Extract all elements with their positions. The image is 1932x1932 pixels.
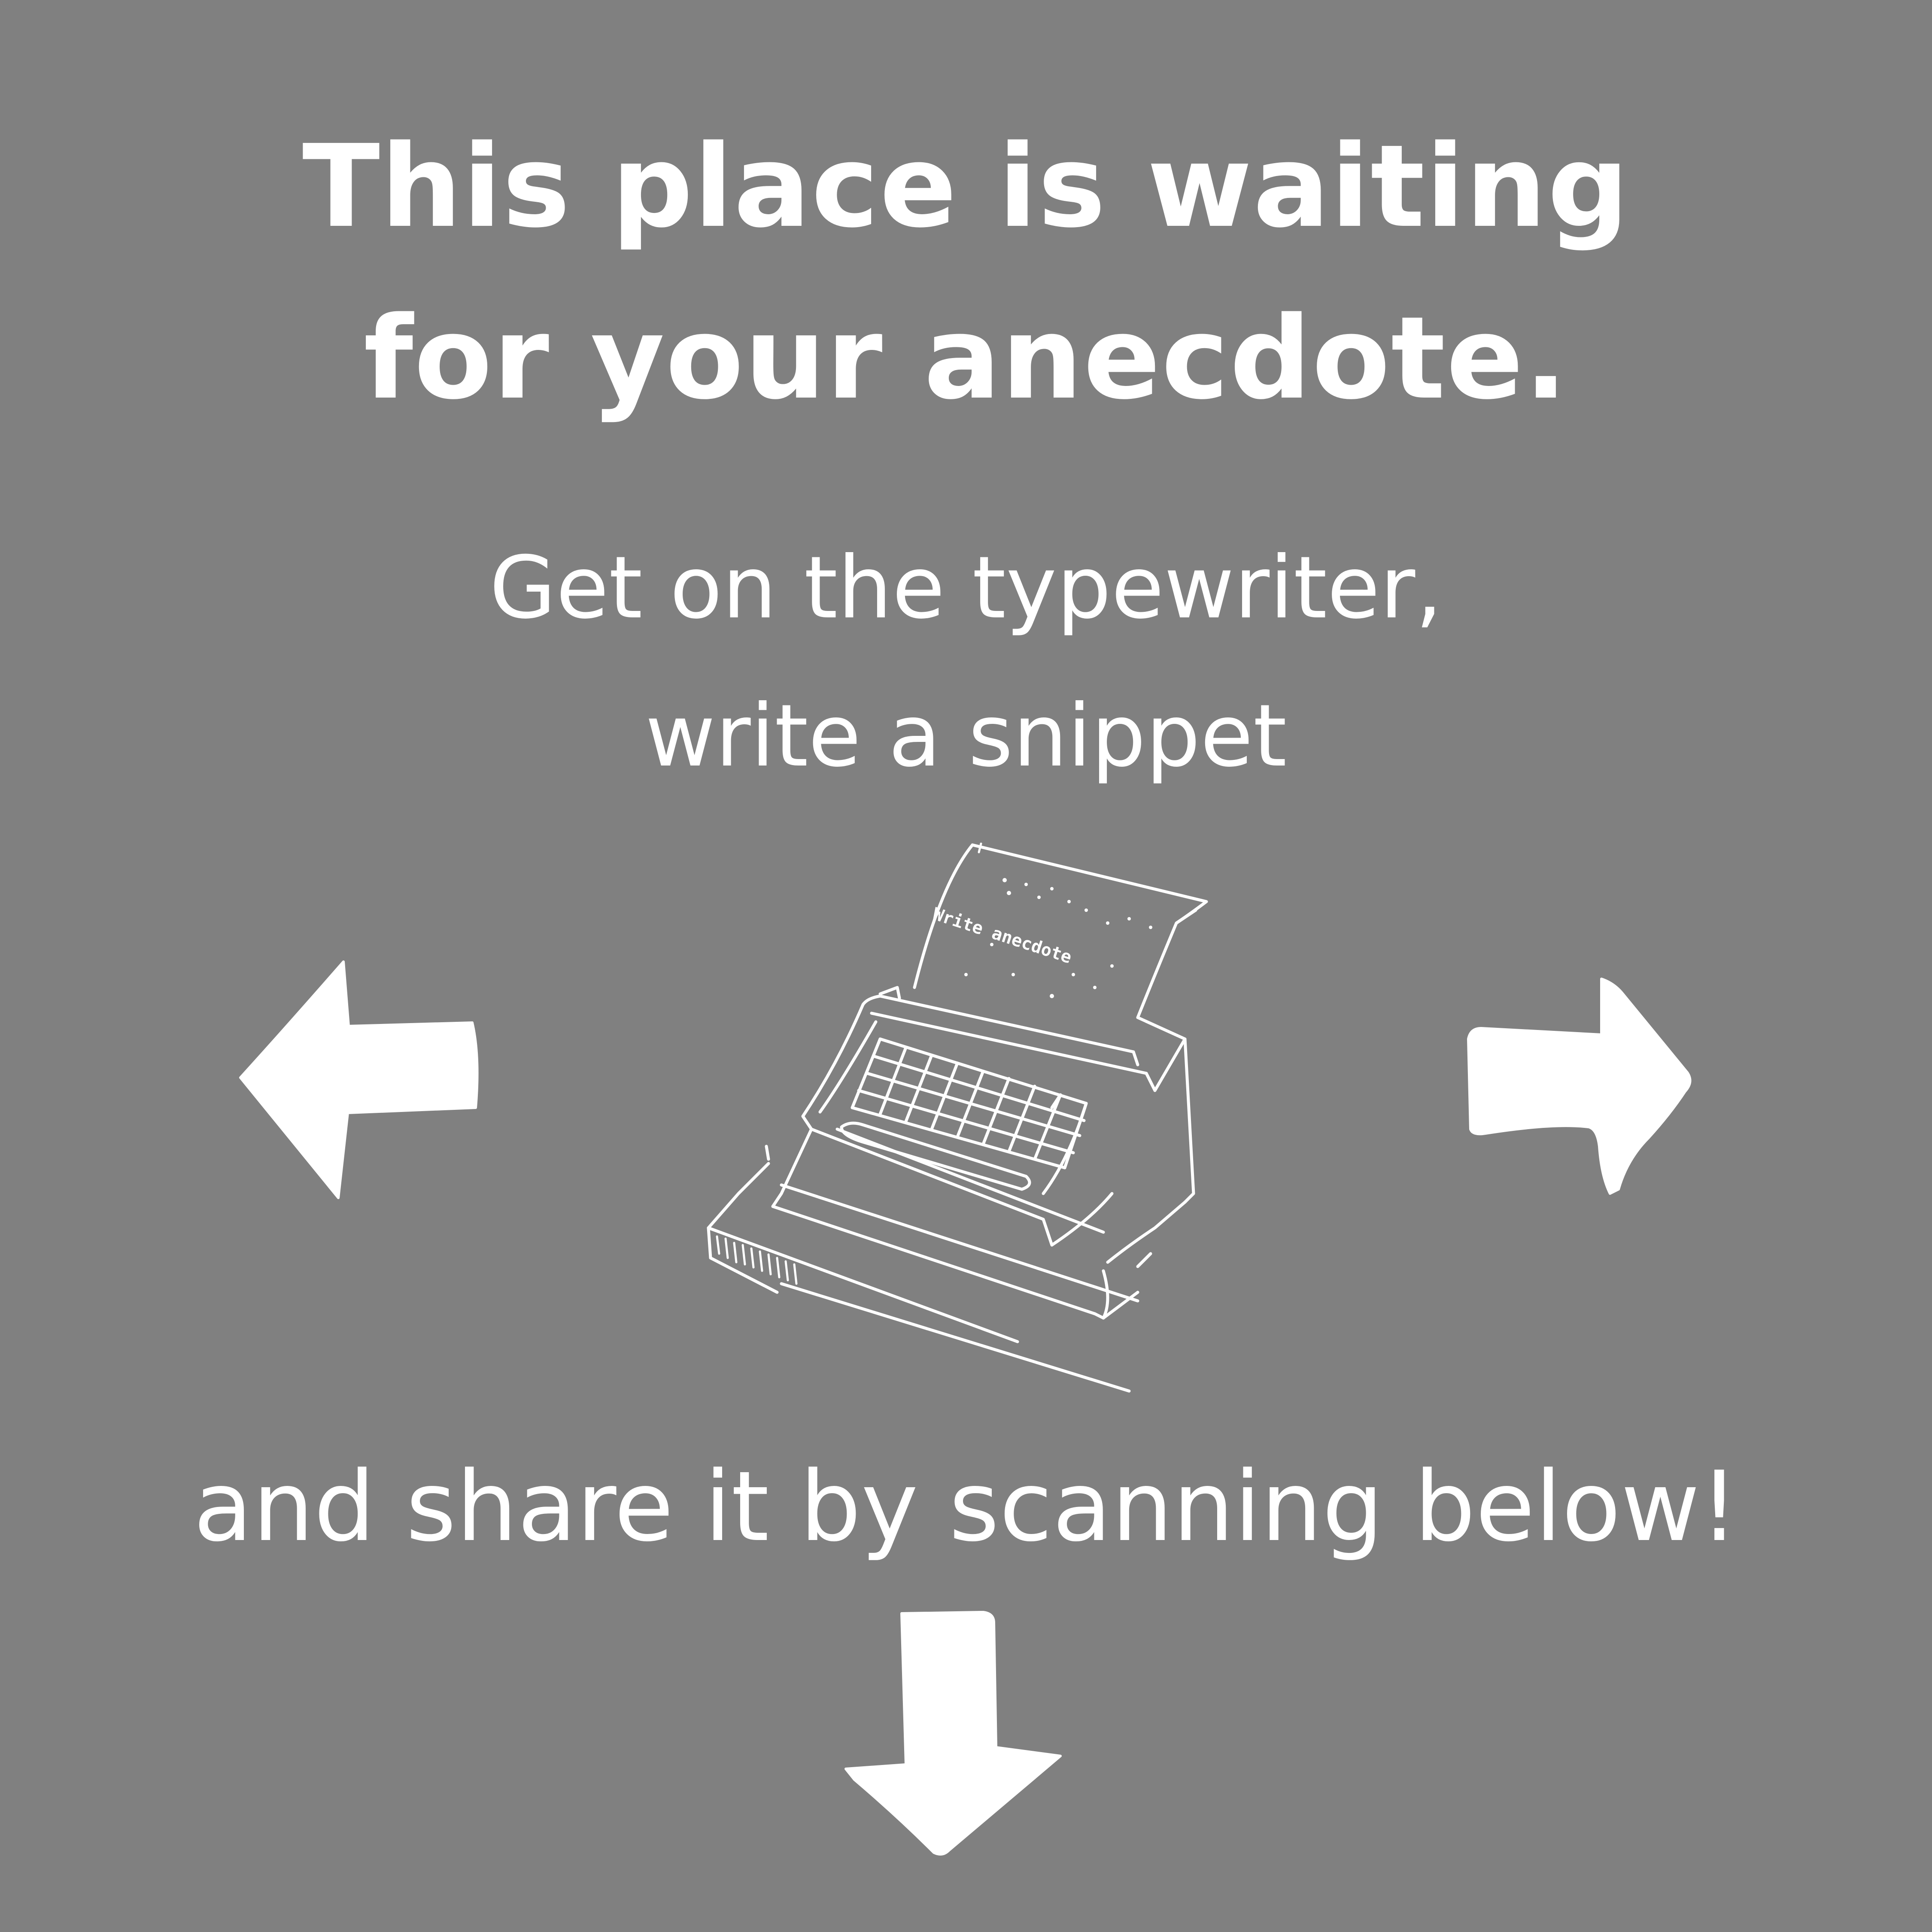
poster: This place is waiting for your anecdote.… [0,0,1932,1932]
headline-line-1: This place is waiting [302,121,1630,253]
arrow-left-icon [239,960,479,1199]
instruction-line-1: Get on the typewriter, [489,538,1443,638]
arrow-down-icon [844,1611,1062,1856]
paper-text: Write anecdote [930,904,1074,968]
arrow-right-icon [1467,978,1692,1195]
instruction-line-2: write a snippet [645,686,1287,786]
headline-line-2: for your anecdote. [364,292,1568,425]
typewriter-icon: Write anecdote [707,842,1208,1393]
share-instruction: and share it by scanning below! [193,1451,1739,1563]
